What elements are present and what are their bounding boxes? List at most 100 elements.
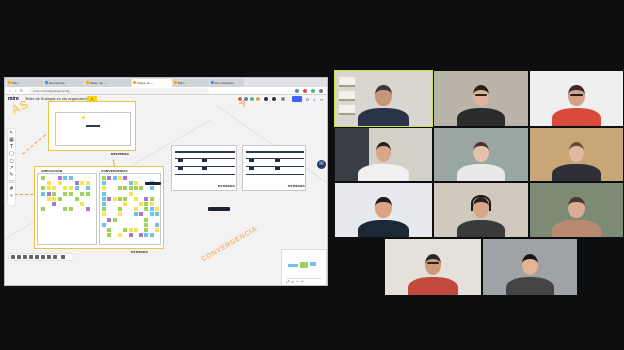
sticky-note[interactable] xyxy=(46,196,51,201)
sticky-note[interactable] xyxy=(102,176,106,180)
browser-tab[interactable]: Taller de ... xyxy=(85,79,131,87)
chat-icon[interactable]: ✉ xyxy=(317,160,326,169)
sticky-note[interactable] xyxy=(57,176,62,180)
zoom-controls[interactable]: ⤢ ▭ − ＋ xyxy=(286,278,322,284)
sticky-note[interactable] xyxy=(112,217,117,222)
sticky-note[interactable] xyxy=(117,196,122,201)
avatar[interactable] xyxy=(263,96,269,102)
sticky-note[interactable] xyxy=(123,202,128,206)
menu-icon[interactable] xyxy=(319,89,323,93)
sticky-note[interactable] xyxy=(74,186,79,191)
sticky-note[interactable] xyxy=(117,233,122,238)
sticky-note[interactable] xyxy=(144,207,149,212)
sticky-note[interactable] xyxy=(57,196,62,201)
sticky-note[interactable] xyxy=(63,207,68,212)
sticky-note[interactable] xyxy=(74,181,79,186)
miro-board-canvas[interactable]: AS A CONVERGENCIA DESPENSA AMPLIACIÓN CO… xyxy=(5,97,327,285)
sticky-note[interactable] xyxy=(144,196,149,201)
sticky-note[interactable] xyxy=(102,196,106,201)
url-field[interactable]: miro.com/app/board/o9J_... xyxy=(29,88,209,94)
extension-icon[interactable] xyxy=(303,89,307,93)
sticky-note[interactable] xyxy=(63,176,68,180)
sticky-note[interactable] xyxy=(74,196,79,201)
participant-video[interactable] xyxy=(434,183,528,237)
sticky-note[interactable] xyxy=(144,228,149,232)
participant-video-active-speaker[interactable] xyxy=(334,70,433,127)
sticky-note[interactable] xyxy=(85,186,90,191)
sticky-note[interactable] xyxy=(107,196,112,201)
sticky-note[interactable] xyxy=(80,202,85,206)
extension-icon[interactable] xyxy=(311,89,315,93)
minimap[interactable]: ⤢ ▭ − ＋ xyxy=(282,250,326,285)
shape-icon[interactable]: ◻ xyxy=(9,159,14,164)
menu-icon[interactable]: ≡ xyxy=(319,97,324,102)
timer-icon[interactable] xyxy=(47,255,51,259)
comment-icon[interactable]: ▭ xyxy=(9,180,14,185)
participant-video[interactable] xyxy=(385,239,481,295)
sticky-note[interactable] xyxy=(102,212,106,217)
sticky-note[interactable] xyxy=(123,196,128,201)
sticky-note[interactable] xyxy=(69,186,73,191)
comments-icon[interactable] xyxy=(23,255,27,259)
sticky-note[interactable] xyxy=(155,222,159,227)
participant-video[interactable] xyxy=(530,128,623,181)
select-icon[interactable]: ↖ xyxy=(9,131,14,136)
sticky-note[interactable] xyxy=(63,191,68,196)
participant-video[interactable] xyxy=(530,183,623,237)
sticky-note[interactable] xyxy=(80,191,85,196)
video-icon[interactable] xyxy=(41,255,45,259)
more-icon[interactable] xyxy=(61,255,65,259)
browser-tab[interactable]: Miro xyxy=(173,79,209,87)
sticky-note[interactable] xyxy=(107,217,112,222)
share-button[interactable] xyxy=(292,96,302,102)
sticky-note[interactable] xyxy=(133,196,138,201)
frame-icon[interactable]: # xyxy=(9,187,14,192)
shared-screen-browser[interactable]: Miro Reuniones Taller de ... Mapa de ...… xyxy=(4,77,328,286)
sticky-note[interactable] xyxy=(41,207,45,212)
sticky-note[interactable] xyxy=(41,191,45,196)
browser-tab[interactable]: Documentos xyxy=(210,79,244,87)
sticky-note[interactable] xyxy=(112,196,117,201)
settings-icon[interactable]: ⚙ xyxy=(305,97,310,102)
browser-tab[interactable]: Miro xyxy=(7,79,43,87)
forward-icon[interactable]: › xyxy=(13,88,18,93)
sticky-note[interactable] xyxy=(41,186,45,191)
sticky-note[interactable] xyxy=(139,186,144,191)
sticky-note[interactable] xyxy=(46,191,51,196)
frame-main[interactable]: AMPLIACIÓN CONVERGENCIA xyxy=(34,166,164,249)
sticky-note[interactable] xyxy=(85,181,90,186)
participant-video[interactable] xyxy=(335,183,432,237)
search-icon[interactable]: ⌕ xyxy=(312,97,317,102)
sticky-note[interactable] xyxy=(85,191,90,196)
sticky-note[interactable] xyxy=(155,207,159,212)
sticky-note[interactable] xyxy=(102,222,106,227)
sticky-note[interactable] xyxy=(123,176,128,180)
pen-icon[interactable]: ✎ xyxy=(9,173,14,178)
sticky-note[interactable] xyxy=(133,207,138,212)
sticky-note[interactable] xyxy=(107,176,112,180)
template-icon[interactable]: ▦ xyxy=(9,138,14,143)
sticky-note[interactable] xyxy=(80,181,85,186)
participant-video[interactable] xyxy=(335,128,432,181)
participant-video[interactable] xyxy=(434,128,528,181)
chat-icon[interactable] xyxy=(29,255,33,259)
sticky-note[interactable] xyxy=(128,228,133,232)
avatar[interactable] xyxy=(280,96,286,102)
sticky-note[interactable] xyxy=(69,191,73,196)
sticky-note[interactable] xyxy=(149,207,154,212)
participant-video[interactable] xyxy=(434,71,528,126)
sticky-note[interactable] xyxy=(149,196,154,201)
sticky-note[interactable] xyxy=(123,186,128,191)
sticky-note[interactable] xyxy=(52,196,57,201)
sticky-note[interactable] xyxy=(117,176,122,180)
sticky-note[interactable] xyxy=(133,212,138,217)
frames-icon[interactable] xyxy=(11,255,15,259)
sticky-note[interactable] xyxy=(139,202,144,206)
sticky-note[interactable] xyxy=(128,181,133,186)
participant-video[interactable] xyxy=(530,71,623,126)
sticky-note[interactable] xyxy=(149,202,154,206)
sticky-note[interactable] xyxy=(144,233,149,238)
sticky-note[interactable] xyxy=(149,233,154,238)
vote-icon[interactable] xyxy=(53,255,57,259)
sticky-note[interactable] xyxy=(57,181,62,186)
